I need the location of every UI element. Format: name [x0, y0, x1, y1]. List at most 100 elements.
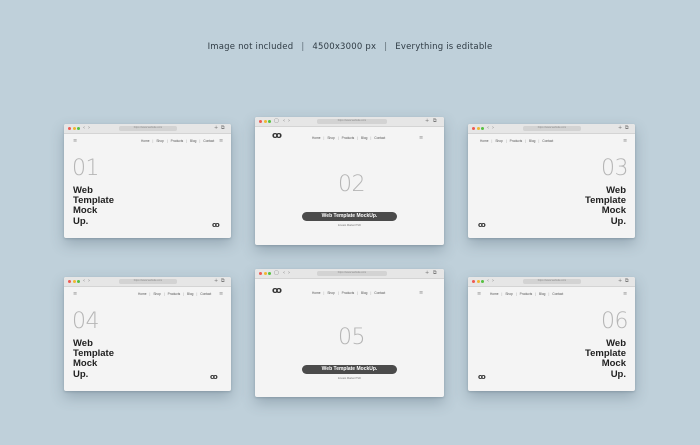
logo-icon[interactable]: ꝏ: [478, 222, 486, 229]
chevron-left-icon[interactable]: ‹: [487, 278, 489, 284]
menu-icon[interactable]: ≡: [623, 138, 627, 144]
menu-icon[interactable]: ≡: [219, 138, 223, 144]
plus-icon[interactable]: +: [425, 118, 429, 124]
nav-item-products[interactable]: Products: [168, 292, 181, 296]
nav-item-shop[interactable]: Shop: [327, 291, 334, 295]
chevron-left-icon[interactable]: ‹: [283, 118, 285, 124]
nav-item-blog[interactable]: Blog: [539, 292, 545, 296]
menu-icon[interactable]: ≡: [419, 290, 423, 296]
close-window-button[interactable]: [68, 127, 71, 130]
address-bar[interactable]: https://www.website.com: [523, 279, 581, 284]
tabs-icon[interactable]: ⧉: [221, 125, 225, 131]
nav-item-products[interactable]: Products: [342, 136, 355, 140]
plus-icon[interactable]: +: [425, 270, 429, 276]
chevron-right-icon[interactable]: ›: [88, 125, 90, 131]
nav-item-contact[interactable]: Contact: [552, 292, 563, 296]
nav-item-shop[interactable]: Shop: [156, 139, 163, 143]
close-window-button[interactable]: [259, 120, 262, 123]
caption-bar: Image not included | 4500x3000 px | Everythi…: [0, 42, 700, 52]
menu-icon[interactable]: ≡: [219, 291, 223, 297]
menu-icon[interactable]: ≡: [623, 291, 627, 297]
tabs-icon[interactable]: ⧉: [433, 118, 437, 124]
chevron-right-icon[interactable]: ›: [492, 125, 494, 131]
cta-button[interactable]: Web Template MockUp.: [302, 212, 397, 221]
menu-icon[interactable]: ≡: [73, 138, 77, 144]
nav-item-home[interactable]: Home: [312, 291, 321, 295]
cta-button[interactable]: Web Template MockUp.: [302, 365, 397, 374]
address-bar[interactable]: https://www.website.com: [317, 271, 387, 276]
nav-item-contact[interactable]: Contact: [374, 136, 385, 140]
tabs-icon[interactable]: ⧉: [433, 270, 437, 276]
nav-item-products[interactable]: Products: [510, 139, 523, 143]
minimize-window-button[interactable]: [476, 280, 480, 283]
close-window-button[interactable]: [472, 280, 475, 283]
nav-item-contact[interactable]: Contact: [203, 139, 214, 143]
nav-item-blog[interactable]: Blog: [187, 292, 193, 296]
chevron-right-icon[interactable]: ›: [492, 278, 494, 284]
nav-item-contact[interactable]: Contact: [542, 139, 553, 143]
nav-item-products[interactable]: Products: [520, 292, 533, 296]
nav-item-shop[interactable]: Shop: [153, 292, 160, 296]
nav-item-shop[interactable]: Shop: [327, 136, 334, 140]
nav-item-contact[interactable]: Contact: [374, 291, 385, 295]
nav-item-shop[interactable]: Shop: [505, 292, 512, 296]
minimize-window-button[interactable]: [263, 272, 267, 275]
close-window-button[interactable]: [259, 272, 262, 275]
sidebar-icon[interactable]: ▢: [274, 270, 279, 276]
nav-menu: Home | Shop | Products | Blog | Contact: [312, 136, 385, 140]
chevron-left-icon[interactable]: ‹: [283, 270, 285, 276]
logo-icon[interactable]: ꝏ: [212, 222, 220, 229]
plus-icon[interactable]: +: [214, 278, 218, 284]
address-bar[interactable]: https://www.website.com: [523, 126, 581, 131]
maximize-window-button[interactable]: [268, 272, 271, 275]
sidebar-icon[interactable]: ▢: [274, 118, 279, 124]
logo-icon[interactable]: ꝏ: [478, 374, 486, 381]
maximize-window-button[interactable]: [77, 127, 80, 130]
plus-icon[interactable]: +: [618, 125, 622, 131]
nav-item-home[interactable]: Home: [138, 292, 147, 296]
nav-item-home[interactable]: Home: [480, 139, 489, 143]
close-window-button[interactable]: [472, 127, 475, 130]
minimize-window-button[interactable]: [263, 120, 267, 123]
nav-item-blog[interactable]: Blog: [529, 139, 535, 143]
maximize-window-button[interactable]: [268, 120, 271, 123]
menu-icon[interactable]: ≡: [419, 135, 423, 141]
address-bar[interactable]: https://www.website.com: [119, 279, 177, 284]
tabs-icon[interactable]: ⧉: [625, 278, 629, 284]
chevron-right-icon[interactable]: ›: [288, 118, 290, 124]
nav-item-blog[interactable]: Blog: [190, 139, 196, 143]
chevron-left-icon[interactable]: ‹: [83, 125, 85, 131]
nav-item-contact[interactable]: Contact: [200, 292, 211, 296]
minimize-window-button[interactable]: [72, 280, 76, 283]
nav-item-home[interactable]: Home: [141, 139, 150, 143]
tabs-icon[interactable]: ⧉: [221, 278, 225, 284]
tabs-icon[interactable]: ⧉: [625, 125, 629, 131]
minimize-window-button[interactable]: [476, 127, 480, 130]
address-bar[interactable]: https://www.website.com: [119, 126, 177, 131]
address-bar[interactable]: https://www.website.com: [317, 119, 387, 124]
nav-item-home[interactable]: Home: [312, 136, 321, 140]
menu-icon[interactable]: ≡: [73, 291, 77, 297]
maximize-window-button[interactable]: [77, 280, 80, 283]
logo-icon[interactable]: ꝏ: [272, 132, 282, 141]
menu-icon[interactable]: ≡: [477, 291, 481, 297]
plus-icon[interactable]: +: [214, 125, 218, 131]
nav-item-products[interactable]: Products: [342, 291, 355, 295]
nav-item-blog[interactable]: Blog: [361, 136, 367, 140]
chevron-left-icon[interactable]: ‹: [83, 278, 85, 284]
chevron-right-icon[interactable]: ›: [88, 278, 90, 284]
headline-line: Up.: [73, 215, 89, 227]
maximize-window-button[interactable]: [481, 280, 484, 283]
nav-item-shop[interactable]: Shop: [495, 139, 502, 143]
nav-item-products[interactable]: Products: [171, 139, 184, 143]
minimize-window-button[interactable]: [72, 127, 76, 130]
plus-icon[interactable]: +: [618, 278, 622, 284]
close-window-button[interactable]: [68, 280, 71, 283]
maximize-window-button[interactable]: [481, 127, 484, 130]
nav-item-blog[interactable]: Blog: [361, 291, 367, 295]
chevron-right-icon[interactable]: ›: [288, 270, 290, 276]
chevron-left-icon[interactable]: ‹: [487, 125, 489, 131]
logo-icon[interactable]: ꝏ: [210, 374, 218, 381]
nav-item-home[interactable]: Home: [490, 292, 499, 296]
logo-icon[interactable]: ꝏ: [272, 287, 282, 296]
